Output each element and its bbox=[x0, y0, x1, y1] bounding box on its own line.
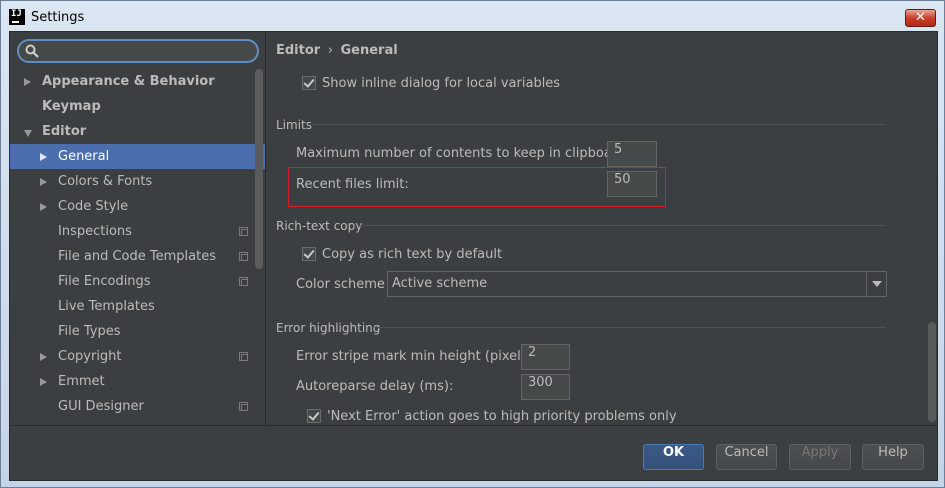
sidebar-item-general[interactable]: General bbox=[10, 144, 265, 169]
close-icon: ✕ bbox=[915, 10, 926, 25]
next-error-label: 'Next Error' action goes to high priorit… bbox=[327, 409, 677, 424]
sidebar-item-label: Emmet bbox=[58, 374, 105, 389]
recent-files-limit-label: Recent files limit: bbox=[296, 177, 409, 192]
expand-arrow-right-icon[interactable] bbox=[40, 203, 47, 211]
sidebar-item-keymap[interactable]: Keymap bbox=[10, 94, 265, 119]
error-highlighting-section-title: Error highlighting bbox=[276, 321, 381, 335]
sidebar-item-label: General bbox=[58, 149, 110, 164]
expand-arrow-right-icon[interactable] bbox=[40, 378, 47, 386]
settings-window: IJ Settings ✕ Appearance & Behavior Keyma… bbox=[0, 0, 945, 488]
help-button[interactable]: Help bbox=[862, 444, 924, 470]
limits-separator bbox=[312, 124, 886, 125]
sidebar-item-file-types[interactable]: File Types bbox=[10, 319, 265, 344]
autoreparse-delay-input[interactable]: 300 bbox=[521, 374, 570, 400]
error-stripe-label: Error stripe mark min height (pixels): bbox=[296, 349, 537, 364]
project-scope-icon bbox=[239, 227, 248, 236]
copy-rich-text-label: Copy as rich text by default bbox=[322, 247, 503, 262]
breadcrumb-separator: › bbox=[327, 43, 333, 58]
sidebar-item-emmet[interactable]: Emmet bbox=[10, 369, 265, 394]
expand-arrow-down-icon[interactable] bbox=[24, 130, 32, 137]
breadcrumb-general: General bbox=[340, 43, 398, 58]
sidebar-item-editor[interactable]: Editor bbox=[10, 119, 265, 144]
sidebar-item-label: Copyright bbox=[58, 349, 122, 364]
sidebar-item-label: Colors & Fonts bbox=[58, 174, 153, 189]
expand-arrow-right-icon[interactable] bbox=[40, 153, 47, 161]
sidebar-item-file-encodings[interactable]: File Encodings bbox=[10, 269, 265, 294]
color-scheme-select[interactable]: Active scheme bbox=[387, 271, 887, 297]
copy-rich-text-checkbox[interactable] bbox=[302, 247, 316, 261]
sidebar-item-label: Inspections bbox=[58, 224, 132, 239]
sidebar-item-copyright[interactable]: Copyright bbox=[10, 344, 265, 369]
next-error-checkbox[interactable] bbox=[307, 409, 321, 423]
sidebar-item-live-templates[interactable]: Live Templates bbox=[10, 294, 265, 319]
sidebar-item-label: Appearance & Behavior bbox=[42, 74, 215, 89]
close-button[interactable]: ✕ bbox=[905, 9, 936, 27]
autoreparse-delay-label: Autoreparse delay (ms): bbox=[296, 379, 454, 394]
clipboard-limit-input[interactable]: 5 bbox=[607, 141, 657, 167]
content-scrollbar[interactable] bbox=[928, 322, 936, 422]
sidebar-item-label: File Types bbox=[58, 324, 121, 339]
ok-button[interactable]: OK bbox=[643, 444, 704, 470]
sidebar-item-appearance-behavior[interactable]: Appearance & Behavior bbox=[10, 69, 265, 94]
intellij-app-icon: IJ bbox=[9, 9, 25, 25]
sidebar-item-label: Keymap bbox=[42, 99, 101, 114]
sidebar-item-inspections[interactable]: Inspections bbox=[10, 219, 265, 244]
sidebar-item-label: Editor bbox=[42, 124, 87, 139]
expand-arrow-right-icon[interactable] bbox=[24, 78, 31, 86]
sidebar-item-label: Code Style bbox=[58, 199, 129, 214]
sidebar-item-label: Live Templates bbox=[58, 299, 155, 314]
inline-dialog-label: Show inline dialog for local variables bbox=[322, 76, 561, 91]
error-stripe-input[interactable]: 2 bbox=[521, 344, 570, 370]
sidebar-item-gui-designer[interactable]: GUI Designer bbox=[10, 394, 265, 419]
project-scope-icon bbox=[239, 277, 248, 286]
sidebar-item-file-and-code-templates[interactable]: File and Code Templates bbox=[10, 244, 265, 269]
rich-text-section-title: Rich-text copy bbox=[276, 219, 363, 233]
clipboard-limit-label: Maximum number of contents to keep in cl… bbox=[296, 146, 630, 161]
window-title: Settings bbox=[31, 10, 85, 25]
search-box[interactable] bbox=[17, 39, 259, 63]
search-icon bbox=[25, 44, 39, 58]
search-input[interactable] bbox=[43, 43, 248, 59]
chevron-down-icon[interactable] bbox=[866, 272, 886, 296]
rich-text-separator bbox=[358, 225, 886, 226]
color-scheme-value: Active scheme bbox=[392, 276, 488, 291]
sidebar-scrollbar[interactable] bbox=[255, 69, 263, 269]
sidebar-item-label: GUI Designer bbox=[58, 399, 144, 414]
expand-arrow-right-icon[interactable] bbox=[40, 353, 47, 361]
project-scope-icon bbox=[239, 402, 248, 411]
inline-dialog-checkbox[interactable] bbox=[302, 76, 316, 90]
project-scope-icon bbox=[239, 252, 248, 261]
cancel-button[interactable]: Cancel bbox=[716, 444, 777, 470]
dialog-footer: OK Cancel Apply Help bbox=[10, 425, 937, 480]
apply-button[interactable]: Apply bbox=[789, 444, 851, 470]
project-scope-icon bbox=[239, 352, 248, 361]
limits-section-title: Limits bbox=[276, 118, 312, 132]
breadcrumb-editor: Editor bbox=[276, 43, 321, 58]
title-bar[interactable]: IJ Settings ✕ bbox=[1, 1, 944, 31]
breadcrumb: Editor › General bbox=[276, 43, 398, 58]
settings-sidebar: Appearance & Behavior Keymap Editor General… bbox=[10, 32, 265, 425]
sidebar-item-colors-fonts[interactable]: Colors & Fonts bbox=[10, 169, 265, 194]
color-scheme-label: Color scheme bbox=[296, 277, 385, 292]
expand-arrow-right-icon[interactable] bbox=[40, 178, 47, 186]
dialog-client-area: Appearance & Behavior Keymap Editor General… bbox=[9, 31, 938, 481]
sidebar-item-label: File Encodings bbox=[58, 274, 151, 289]
sidebar-item-label: File and Code Templates bbox=[58, 249, 216, 264]
recent-files-limit-input[interactable]: 50 bbox=[607, 171, 657, 197]
error-highlighting-separator bbox=[374, 327, 886, 328]
sidebar-item-code-style[interactable]: Code Style bbox=[10, 194, 265, 219]
settings-tree: Appearance & Behavior Keymap Editor General… bbox=[10, 69, 265, 419]
settings-content-panel: Editor › General Show inline dialog for … bbox=[266, 32, 938, 425]
